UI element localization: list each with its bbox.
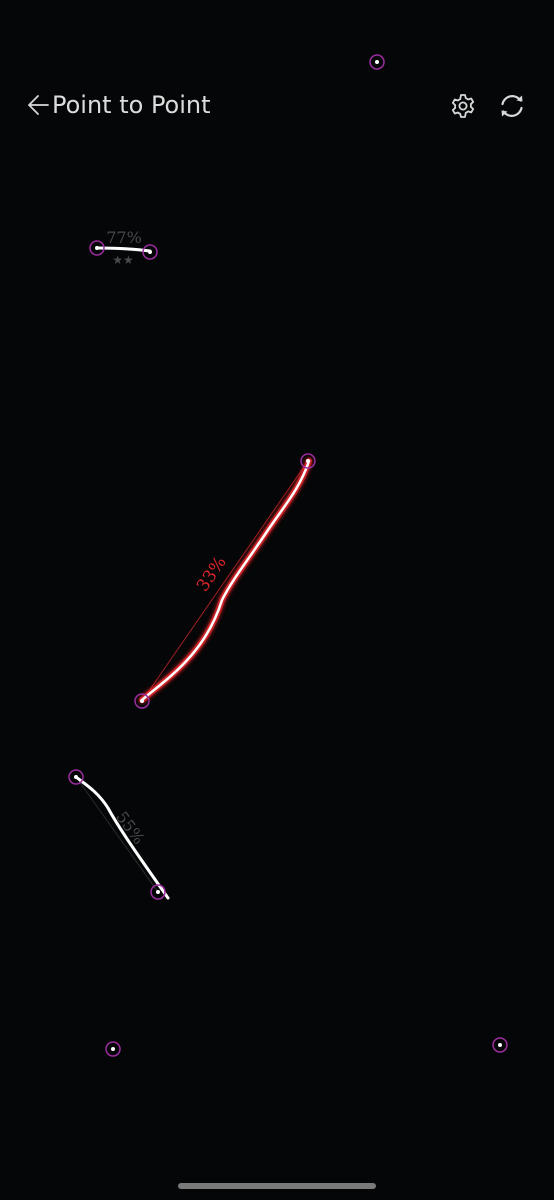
refresh-button[interactable] [497,91,527,121]
game-canvas[interactable]: 77% ★★ 33% 55% [0,0,554,1200]
accuracy-label: 77% [106,228,142,247]
page-title: Point to Point [52,91,211,119]
refresh-icon [501,95,523,117]
star-rating: ★★ [112,253,134,267]
gear-icon [451,94,475,118]
app-header: Point to Point [0,78,554,134]
start-point[interactable] [68,769,84,785]
target-point[interactable] [492,1037,508,1053]
target-point[interactable] [105,1041,121,1057]
drawn-line-2: 33% [134,453,316,709]
drawn-line-3: 55% [68,769,170,900]
back-button[interactable] [26,91,52,119]
target-point[interactable] [369,54,385,70]
home-indicator [178,1183,376,1189]
accuracy-label: 55% [112,808,148,848]
settings-button[interactable] [448,91,478,121]
back-arrow-icon [28,95,49,115]
drawn-line-1: 77% ★★ [89,228,158,267]
